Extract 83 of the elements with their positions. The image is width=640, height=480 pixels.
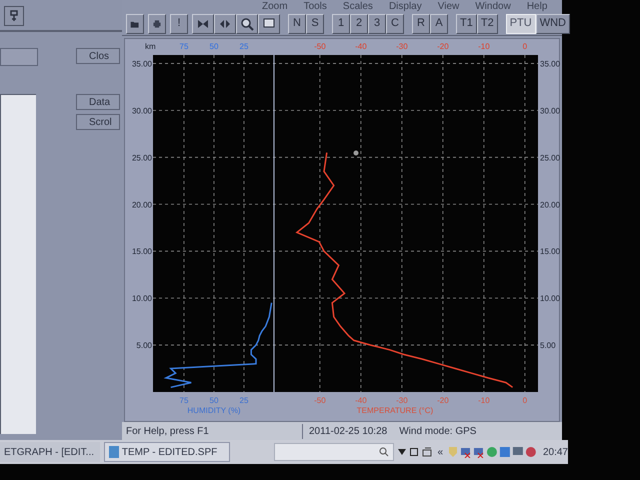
toolbar-button[interactable]: A	[430, 14, 448, 34]
tick-label: 50	[210, 42, 218, 51]
tick-label: 5.00	[540, 341, 556, 350]
tick-label: -50	[314, 42, 326, 51]
tick-label: -30	[396, 396, 408, 405]
toolbar-button[interactable]: 2	[350, 14, 368, 34]
toolbar-button[interactable]: 3	[368, 14, 386, 34]
toolbar-button[interactable]: WND	[536, 14, 570, 34]
tick-label: 50	[210, 396, 218, 405]
tick-label: 15.00	[132, 247, 152, 256]
tick-label: 15.00	[540, 247, 560, 256]
tick-label: 30.00	[132, 106, 152, 116]
menu-item[interactable]: Window	[475, 0, 511, 12]
axis-title: TEMPERATURE (°C)	[356, 406, 434, 415]
tick-label: -10	[478, 42, 490, 51]
tick-label: 25	[240, 42, 248, 51]
tick-label: -40	[355, 396, 367, 405]
status-datetime: 2011-02-25 10:28	[309, 424, 388, 438]
tick-label: 5.00	[136, 341, 152, 350]
dropdown-icon	[398, 449, 406, 455]
axis-unit: km	[145, 42, 156, 51]
tick-label: 20.00	[540, 200, 560, 210]
menu-item[interactable]: Display	[388, 0, 422, 12]
input-field[interactable]	[0, 48, 38, 66]
tick-label: 35.00	[540, 59, 560, 68]
search-icon	[378, 447, 389, 457]
zoom-icon	[240, 16, 254, 30]
print-button[interactable]	[148, 14, 166, 34]
tick-label: -20	[437, 396, 449, 405]
menu-item[interactable]: Scales	[342, 0, 373, 12]
toolbar-button[interactable]: PTU	[506, 14, 536, 34]
menu-item[interactable]: Help	[526, 0, 548, 12]
toolbar-button[interactable]: 1	[332, 14, 350, 34]
status-text: For Help, press F1	[125, 424, 210, 438]
stack-icon	[422, 447, 432, 457]
run-button[interactable]: !	[170, 14, 188, 34]
tick-label: 25.00	[540, 153, 560, 162]
window-button[interactable]	[258, 14, 280, 34]
tick-label: 25	[240, 396, 248, 405]
side-button[interactable]: Data	[76, 94, 120, 110]
toolbar-button[interactable]: C	[386, 14, 404, 34]
toolbar-button[interactable]: R	[412, 14, 430, 34]
tool-icon	[9, 10, 19, 22]
menu-item[interactable]: Tools	[304, 0, 327, 12]
tick-label: 35.00	[132, 59, 152, 68]
tick-label: 0	[522, 42, 528, 51]
window-icon	[262, 16, 276, 30]
window-icon	[410, 448, 418, 456]
toolbar-button[interactable]: N	[288, 14, 306, 34]
axis-title: HUMIDITY (%)	[187, 406, 241, 415]
tick-label: -30	[396, 42, 408, 51]
side-button[interactable]: Clos	[76, 48, 120, 64]
tick-label: 10.00	[132, 294, 152, 304]
side-button[interactable]: Scrol	[76, 114, 120, 130]
step-button[interactable]	[192, 14, 214, 34]
toolbar-button[interactable]: S	[306, 14, 324, 34]
step-button[interactable]	[214, 14, 236, 34]
tick-label: 30.00	[540, 106, 560, 116]
tick-label: 10.00	[540, 294, 560, 304]
tick-label: -40	[355, 42, 367, 51]
menu-item[interactable]: View	[438, 0, 460, 12]
search-field[interactable]	[274, 443, 394, 461]
tick-label: 75	[180, 42, 188, 51]
status-wind-mode: Wind mode: GPS	[399, 424, 476, 438]
task-button[interactable]: ETGRAPH - [EDIT...	[0, 442, 100, 462]
tick-label: 75	[180, 396, 188, 405]
zoom-button[interactable]	[236, 14, 258, 34]
tick-label: -10	[478, 396, 490, 405]
toolbar-button[interactable]: T1	[456, 14, 477, 34]
tick-label: 20.00	[132, 200, 152, 210]
menu-item[interactable]: Zoom	[262, 0, 288, 12]
marker-dot	[354, 150, 358, 156]
task-button[interactable]: TEMP - EDITED.SPF	[104, 442, 230, 462]
clock: 20:47	[542, 446, 568, 460]
document-icon	[108, 446, 119, 458]
tray-chevron[interactable]: «	[438, 444, 444, 460]
tick-label: 25.00	[132, 153, 152, 162]
tick-label: -20	[437, 42, 449, 51]
tick-label: -50	[314, 396, 326, 405]
toolbar-button[interactable]: T2	[476, 14, 498, 34]
tool-button[interactable]	[4, 6, 24, 26]
open-button[interactable]	[126, 14, 144, 34]
tick-label: 0	[522, 396, 528, 405]
